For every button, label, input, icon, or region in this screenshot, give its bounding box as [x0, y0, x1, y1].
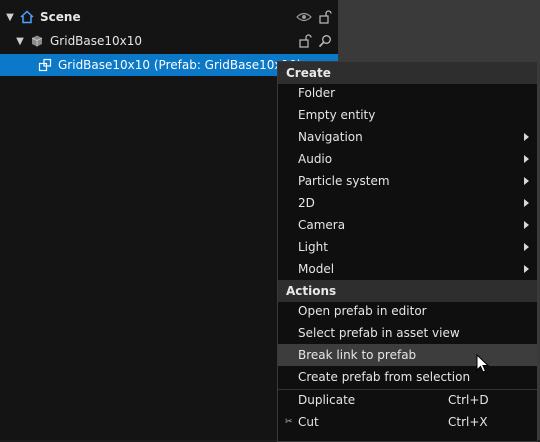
scene-label: Scene	[40, 10, 81, 24]
prefab-grid-icon	[38, 58, 52, 72]
menu-item-duplicate[interactable]: Duplicate Ctrl+D	[278, 389, 537, 411]
shortcut-duplicate: Ctrl+D	[448, 393, 489, 407]
menu-item-particle-system[interactable]: Particle system	[278, 170, 537, 192]
context-menu: Create Folder Empty entity Navigation Au…	[277, 61, 538, 442]
visibility-eye-icon[interactable]	[296, 11, 312, 23]
actions-section-header: Actions	[278, 280, 537, 302]
menu-item-light[interactable]: Light	[278, 236, 537, 258]
submenu-arrow-icon	[524, 177, 529, 185]
unlock-icon[interactable]	[298, 34, 312, 48]
submenu-arrow-icon	[524, 133, 529, 141]
mouse-cursor-icon	[476, 354, 490, 373]
submenu-arrow-icon	[524, 199, 529, 207]
menu-item-folder[interactable]: Folder	[278, 82, 537, 104]
create-section-header: Create	[278, 62, 537, 84]
tree-row-grid[interactable]: ▼ GridBase10x10	[0, 30, 338, 52]
scissors-icon: ✂	[285, 417, 293, 427]
menu-item-select-prefab[interactable]: Select prefab in asset view	[278, 322, 537, 344]
menu-item-2d[interactable]: 2D	[278, 192, 537, 214]
menu-item-navigation[interactable]: Navigation	[278, 126, 537, 148]
menu-item-break-link[interactable]: Break link to prefab	[278, 344, 537, 366]
submenu-arrow-icon	[524, 243, 529, 251]
grid-entity-label: GridBase10x10	[50, 34, 143, 48]
submenu-arrow-icon	[524, 221, 529, 229]
collapse-arrow-icon[interactable]: ▼	[4, 12, 16, 23]
entity-cube-icon	[30, 34, 44, 48]
menu-item-empty-entity[interactable]: Empty entity	[278, 104, 537, 126]
collapse-arrow-icon[interactable]: ▼	[14, 36, 26, 47]
submenu-arrow-icon	[524, 265, 529, 273]
menu-item-cut[interactable]: ✂ Cut Ctrl+X	[278, 411, 537, 433]
tree-row-scene[interactable]: ▼ Scene	[0, 6, 338, 28]
menu-item-camera[interactable]: Camera	[278, 214, 537, 236]
menu-item-audio[interactable]: Audio	[278, 148, 537, 170]
submenu-arrow-icon	[524, 155, 529, 163]
search-icon[interactable]	[318, 34, 332, 48]
menu-item-create-prefab[interactable]: Create prefab from selection	[278, 366, 537, 388]
shortcut-cut: Ctrl+X	[448, 415, 488, 429]
home-icon	[20, 10, 34, 24]
prefab-entity-label: GridBase10x10 (Prefab: GridBase10x10)	[58, 58, 302, 72]
unlock-icon[interactable]	[318, 10, 332, 24]
menu-item-model[interactable]: Model	[278, 258, 537, 280]
menu-item-open-prefab[interactable]: Open prefab in editor	[278, 300, 537, 322]
